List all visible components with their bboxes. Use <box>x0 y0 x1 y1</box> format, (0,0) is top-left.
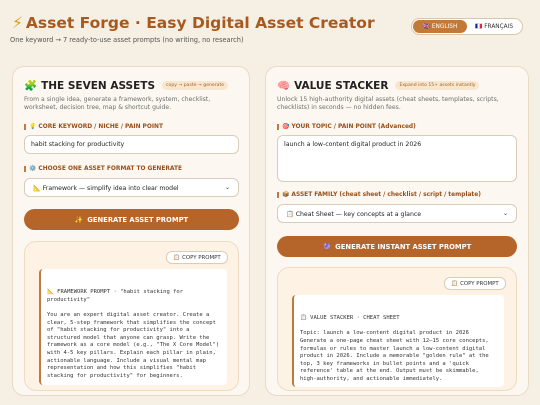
lightbulb-icon: 💡 <box>29 124 37 130</box>
output-box: 📋 COPY PROMPT 📐 FRAMEWORK PROMPT · "habit… <box>24 241 239 391</box>
package-icon: 📦 <box>282 192 290 198</box>
app-subtitle: One keyword → 7 ready-to-use asset promp… <box>10 36 244 44</box>
output-box: 📋 COPY PROMPT 📋 VALUE STACKER · CHEAT SHE… <box>277 267 517 391</box>
keyword-input[interactable]: habit stacking for productivity <box>24 135 239 154</box>
topic-label: 🎯 YOUR TOPIC / PAIN POINT (Advanced) <box>277 124 416 130</box>
prompt-output: 📐 FRAMEWORK PROMPT · "habit stacking for… <box>39 269 227 385</box>
language-switcher: 🇬🇧 ENGLISH 🇫🇷 FRANÇAIS <box>411 18 523 35</box>
family-select-value: 📋 Cheat Sheet — key concepts at a glance <box>286 210 422 218</box>
topic-textarea[interactable]: launch a low-content digital product in … <box>277 135 517 182</box>
app-header: ⚡ Asset Forge · Easy Digital Asset Creato… <box>10 8 532 56</box>
format-select-value: 📐 Framework — simplify idea into clear m… <box>33 184 179 192</box>
uk-flag-icon: 🇬🇧 <box>422 23 430 30</box>
panel-description: From a single idea, generate a framework… <box>24 96 211 112</box>
crystal-ball-icon: 🔮 <box>322 242 332 251</box>
panel-chip: Expand into 15+ assets instantly <box>395 81 480 90</box>
lang-english-button[interactable]: 🇬🇧 ENGLISH <box>413 20 467 33</box>
chevron-down-icon: ⌄ <box>502 210 508 217</box>
lang-french-button[interactable]: 🇫🇷 FRANÇAIS <box>467 20 521 33</box>
chevron-down-icon: ⌄ <box>224 184 230 191</box>
panel-title: 🧩 THE SEVEN ASSETS copy → paste → genera… <box>24 79 229 92</box>
target-icon: 🎯 <box>282 124 290 130</box>
format-select[interactable]: 📐 Framework — simplify idea into clear m… <box>24 178 239 197</box>
clipboard-icon: 📋 <box>300 315 307 322</box>
brain-icon: 🧠 <box>277 80 291 92</box>
triangle-ruler-icon: 📐 <box>33 184 41 192</box>
prompt-output: 📋 VALUE STACKER · CHEAT SHEET Topic: laun… <box>292 295 504 387</box>
prompt-output-title: 📐 FRAMEWORK PROMPT · "habit stacking for… <box>47 289 187 303</box>
generate-instant-button[interactable]: 🔮 GENERATE INSTANT ASSET PROMPT <box>277 236 517 257</box>
value-stacker-panel: 🧠 VALUE STACKER Expand into 15+ assets i… <box>265 66 529 396</box>
copy-prompt-button[interactable]: 📋 COPY PROMPT <box>444 277 506 290</box>
family-label: 📦 ASSET FAMILY (cheat sheet / checklist … <box>277 192 481 198</box>
clipboard-icon: 📋 <box>451 280 459 287</box>
copy-prompt-button[interactable]: 📋 COPY PROMPT <box>166 251 228 264</box>
prompt-output-body: You are an expert digital asset creator.… <box>47 311 223 379</box>
clipboard-icon: 📋 <box>173 254 181 261</box>
family-select[interactable]: 📋 Cheat Sheet — key concepts at a glance… <box>277 204 517 223</box>
triangle-ruler-icon: 📐 <box>47 289 54 296</box>
lightning-bolt-icon: ⚡ <box>12 14 23 32</box>
format-label: ⚙️ CHOOSE ONE ASSET FORMAT TO GENERATE <box>24 166 182 172</box>
puzzle-icon: 🧩 <box>24 80 38 92</box>
gear-icon: ⚙️ <box>29 166 37 172</box>
panel-chip: copy → paste → generate <box>162 81 229 90</box>
seven-assets-panel: 🧩 THE SEVEN ASSETS copy → paste → genera… <box>12 66 250 396</box>
keyword-label: 💡 CORE KEYWORD / NICHE / PAIN POINT <box>24 124 163 130</box>
prompt-output-body: Topic: launch a low-content digital prod… <box>300 330 489 382</box>
panel-description: Unlock 15 high-authority digital assets … <box>277 96 499 112</box>
clipboard-icon: 📋 <box>286 210 294 218</box>
panel-title: 🧠 VALUE STACKER Expand into 15+ assets i… <box>277 79 480 92</box>
generate-asset-button[interactable]: ✨ GENERATE ASSET PROMPT <box>24 209 239 230</box>
france-flag-icon: 🇫🇷 <box>474 23 483 30</box>
app-title: ⚡ Asset Forge · Easy Digital Asset Creato… <box>12 14 375 32</box>
sparkles-icon: ✨ <box>74 215 84 224</box>
prompt-output-title: 📋 VALUE STACKER · CHEAT SHEET <box>300 315 400 322</box>
